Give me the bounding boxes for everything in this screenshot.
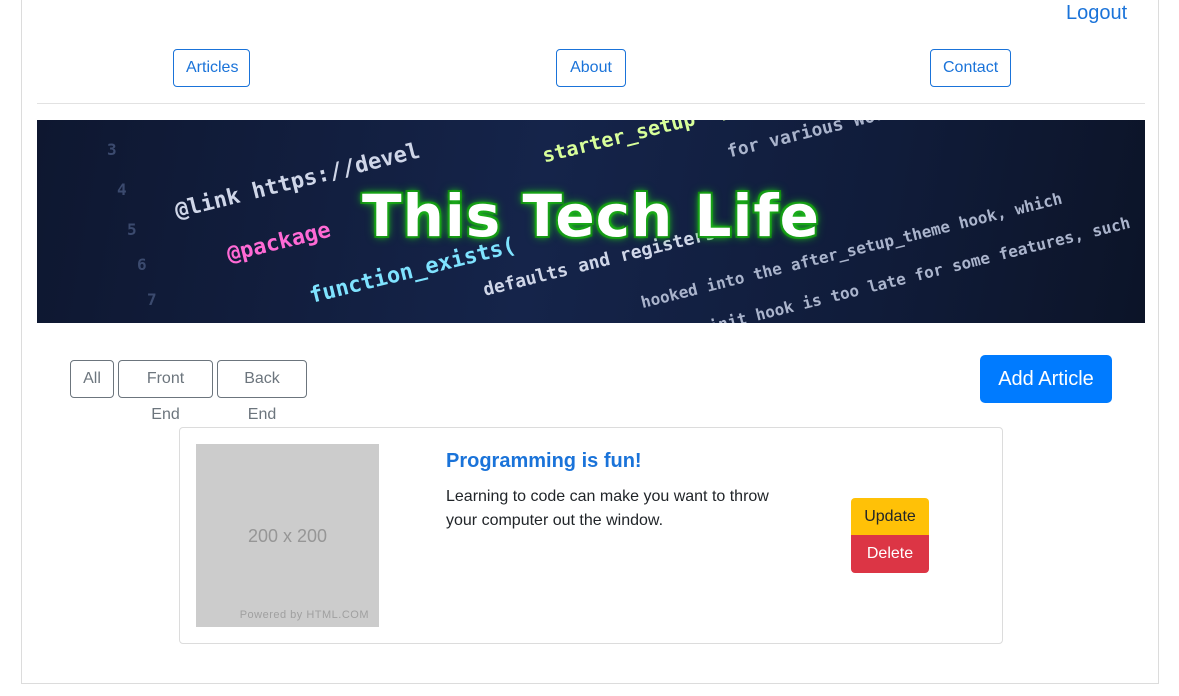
filter-all-button[interactable]: All xyxy=(70,360,114,398)
thumbnail-size-label: 200 x 200 xyxy=(247,526,328,546)
filter-front-end-button[interactable]: Front End xyxy=(118,360,213,423)
site-title: This Tech Life xyxy=(362,182,820,250)
add-article-button[interactable]: Add Article xyxy=(980,355,1112,403)
nav-about-button[interactable]: About xyxy=(556,49,626,87)
delete-button[interactable]: Delete xyxy=(851,535,929,573)
article-title[interactable]: Programming is fun! xyxy=(446,450,642,473)
filter-back-end-button[interactable]: Back End xyxy=(217,360,307,423)
article-excerpt: Learning to code can make you want to th… xyxy=(446,488,769,529)
nav-contact-button[interactable]: Contact xyxy=(930,49,1011,87)
svg-text:7: 7 xyxy=(147,290,157,309)
svg-text:3: 3 xyxy=(107,140,117,159)
article-thumbnail: 200 x 200 Powered by HTML.COM xyxy=(196,444,379,627)
logout-link[interactable]: Logout xyxy=(1066,2,1127,25)
svg-text:for various WordPress: for various WordPress xyxy=(725,120,951,163)
header-divider xyxy=(37,103,1145,104)
update-button[interactable]: Update xyxy=(851,498,929,536)
nav-articles-button[interactable]: Articles xyxy=(173,49,250,87)
article-card: 200 x 200 Powered by HTML.COM Programmin… xyxy=(179,427,1003,644)
thumbnail-credit: Powered by HTML.COM xyxy=(239,609,369,621)
hero-banner: 3 4 5 6 7 @link https://devel @package f… xyxy=(37,120,1145,323)
svg-text:6: 6 xyxy=(137,255,147,274)
